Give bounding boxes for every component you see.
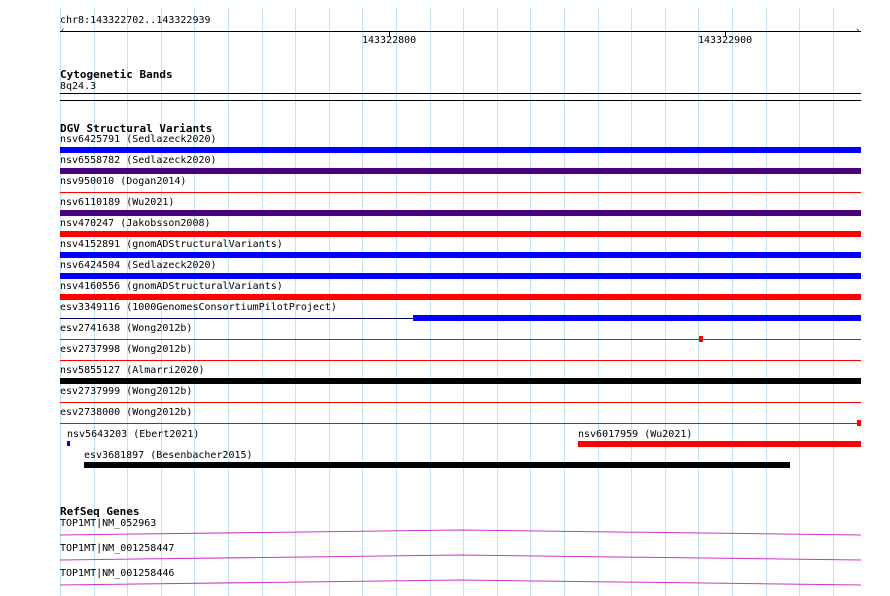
gene-intron-line bbox=[59, 579, 862, 586]
gene-models bbox=[59, 529, 862, 586]
gene-intron-line bbox=[59, 554, 862, 561]
gene-intron-line bbox=[59, 529, 862, 536]
